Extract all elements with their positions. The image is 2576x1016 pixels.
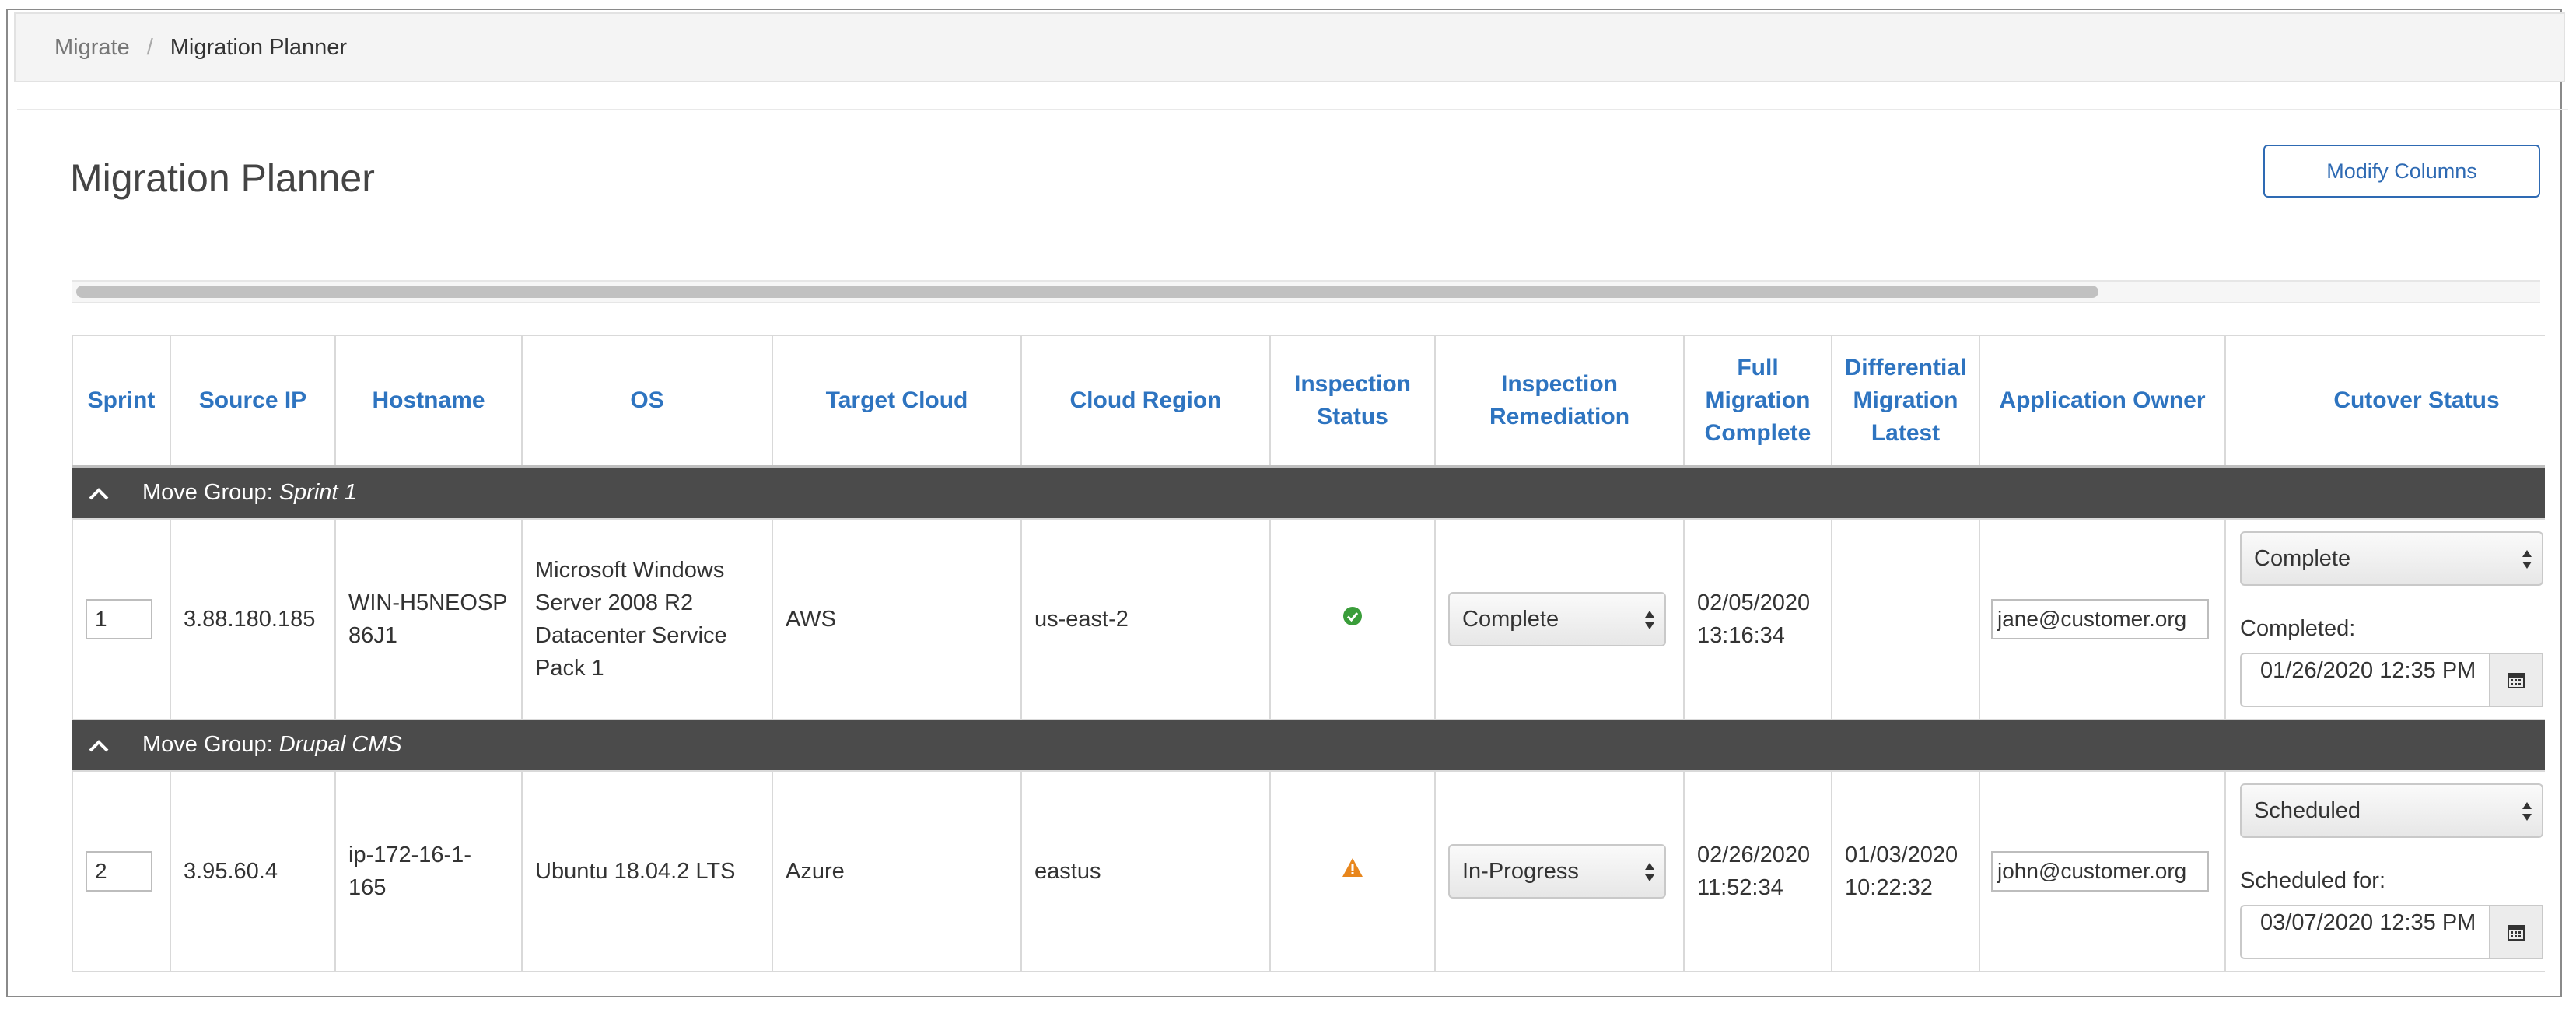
column-header-sprint[interactable]: Sprint [72,335,171,468]
cutover-status-value: Complete [2254,546,2351,571]
column-header-os[interactable]: OS [521,335,773,468]
inspection-status-cell [1269,518,1436,720]
application-owner-cell [1979,518,2226,720]
full-migration-complete-cell: 02/26/2020 11:52:34 [1683,770,1832,972]
breadcrumb-migrate-link[interactable]: Migrate [54,35,130,61]
select-arrows-icon [1645,611,1654,629]
hostname-cell: ip-172-16-1-165 [334,770,523,972]
application-owner-input[interactable] [1991,599,2209,639]
cloud-region-cell: us-east-2 [1020,518,1271,720]
modify-columns-button[interactable]: Modify Columns [2263,145,2540,198]
inspection-status-cell [1269,770,1436,972]
column-header-target-cloud[interactable]: Target Cloud [772,335,1022,468]
move-group-name: Drupal CMS [278,732,402,758]
remediation-select[interactable]: In-Progress [1448,844,1666,899]
breadcrumb-current: Migration Planner [170,34,348,60]
remediation-select-value: Complete [1462,607,1559,632]
top-bar: Migrate / Migration Planner [14,12,2565,82]
column-header-full-migration-complete[interactable]: Full Migration Complete [1683,335,1832,468]
sprint-cell [72,518,171,720]
breadcrumb: Migrate / Migration Planner [54,14,347,81]
os-cell: Ubuntu 18.04.2 LTS [521,770,773,972]
target-cloud-cell: Azure [772,770,1022,972]
calendar-button[interactable] [2489,653,2543,707]
column-header-cutover-status[interactable]: Cutover Status [2224,335,2545,468]
remediation-select-value: In-Progress [1462,859,1579,884]
cutover-status-value: Scheduled [2254,798,2361,823]
calendar-icon [2508,673,2525,688]
application-owner-cell [1979,770,2226,972]
cutover-date-label: Scheduled for: [2240,868,2386,893]
column-header-cloud-region[interactable]: Cloud Region [1020,335,1271,468]
cutover-date-picker: 03/07/2020 12:35 PM [2240,905,2543,959]
cutover-status-cell: Scheduled Scheduled for: 03/07/2020 12:3… [2224,770,2545,972]
source-ip-cell: 3.95.60.4 [170,770,336,972]
target-cloud-cell: AWS [772,518,1022,720]
differential-migration-latest-cell [1831,518,1980,720]
cutover-date-label: Completed: [2240,616,2356,641]
calendar-icon [2508,925,2525,941]
calendar-button[interactable] [2489,905,2543,959]
os-cell: Microsoft Windows Server 2008 R2 Datacen… [521,518,773,720]
inspection-remediation-cell: In-Progress [1434,770,1685,972]
sprint-input[interactable] [86,599,152,639]
column-header-inspection-status[interactable]: Inspection Status [1269,335,1436,468]
scrollbar-thumb[interactable] [76,286,2098,298]
chevron-up-icon[interactable] [88,730,119,762]
column-header-hostname[interactable]: Hostname [334,335,523,468]
select-arrows-icon [2522,802,2532,821]
horizontal-scrollbar[interactable] [72,280,2540,303]
remediation-select[interactable]: Complete [1448,592,1666,646]
move-group-cell[interactable]: Move Group: Drupal CMS [72,720,2545,771]
select-arrows-icon [2522,550,2532,569]
cloud-region-cell: eastus [1020,770,1271,972]
cutover-status-cell: Complete Completed: 01/26/2020 12:35 PM [2224,518,2545,720]
select-arrows-icon [1645,863,1654,881]
sprint-cell [72,770,171,972]
migration-table: Sprint Source IP Hostname OS Target Clou… [72,335,2545,972]
column-header-differential-migration-latest[interactable]: Differential Migration Latest [1831,335,1980,468]
move-group-header[interactable]: Move Group: Drupal CMS [72,720,2545,771]
move-group-name: Sprint 1 [278,480,357,506]
table-row: 3.95.60.4 ip-172-16-1-165 Ubuntu 18.04.2… [72,770,2545,972]
table-header-row: Sprint Source IP Hostname OS Target Clou… [72,335,2545,468]
sprint-input[interactable] [86,851,152,892]
cutover-date-picker: 01/26/2020 12:35 PM [2240,653,2543,707]
cutover-status-select[interactable]: Complete [2240,531,2543,586]
differential-migration-latest-cell: 01/03/2020 10:22:32 [1831,770,1980,972]
move-group-cell[interactable]: Move Group: Sprint 1 [72,467,2545,519]
cutover-status-select[interactable]: Scheduled [2240,783,2543,838]
chevron-up-icon[interactable] [88,478,119,510]
breadcrumb-separator: / [146,34,153,60]
column-header-inspection-remediation[interactable]: Inspection Remediation [1434,335,1685,468]
move-group-label: Move Group: [142,732,273,758]
cutover-date-input[interactable]: 03/07/2020 12:35 PM [2240,905,2489,959]
check-circle-icon [1342,607,1363,632]
hostname-cell: WIN-H5NEOSP86J1 [334,518,523,720]
move-group-label: Move Group: [142,480,273,506]
inspection-remediation-cell: Complete [1434,518,1685,720]
migration-table-container: Sprint Source IP Hostname OS Target Clou… [72,335,2545,979]
column-header-source-ip[interactable]: Source IP [170,335,336,468]
page-title: Migration Planner [70,156,375,200]
source-ip-cell: 3.88.180.185 [170,518,336,720]
table-row: 3.88.180.185 WIN-H5NEOSP86J1 Microsoft W… [72,518,2545,720]
application-owner-input[interactable] [1991,851,2209,892]
move-group-header[interactable]: Move Group: Sprint 1 [72,467,2545,519]
cutover-date-input[interactable]: 01/26/2020 12:35 PM [2240,653,2489,707]
warning-icon [1341,858,1364,884]
full-migration-complete-cell: 02/05/2020 13:16:34 [1683,518,1832,720]
column-header-application-owner[interactable]: Application Owner [1979,335,2226,468]
